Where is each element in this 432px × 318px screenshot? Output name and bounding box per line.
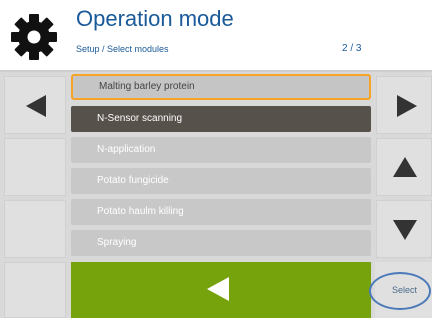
- list-item-potato-fungicide[interactable]: Potato fungicide: [71, 168, 371, 194]
- list-item-spraying[interactable]: Spraying: [71, 230, 371, 256]
- list-item-n-application[interactable]: N-application: [71, 137, 371, 163]
- arrow-right-icon: [397, 95, 417, 117]
- screen: Operation mode Setup / Select modules 2 …: [0, 0, 432, 318]
- back-arrow-icon: [207, 277, 229, 301]
- arrow-left-icon: [26, 95, 46, 117]
- arrow-down-icon: [393, 220, 417, 240]
- page-title: Operation mode: [76, 6, 234, 31]
- arrow-up-icon: [393, 157, 417, 177]
- next-page-button[interactable]: [376, 76, 432, 134]
- page-indicator: 2 / 3: [342, 43, 362, 54]
- list-item-n-sensor-scanning[interactable]: N-Sensor scanning: [71, 106, 371, 132]
- highlight-ring: [369, 272, 431, 310]
- left-blank-button-2: [4, 200, 66, 258]
- gear-icon[interactable]: [9, 12, 59, 62]
- scroll-up-button[interactable]: [376, 138, 432, 196]
- left-blank-button-1: [4, 138, 66, 196]
- back-button[interactable]: [71, 262, 371, 318]
- prev-page-button[interactable]: [4, 76, 66, 134]
- left-blank-button-3: [4, 262, 66, 318]
- list-item-potato-haulm-killing[interactable]: Potato haulm killing: [71, 199, 371, 225]
- list-item-malting-barley-protein[interactable]: Malting barley protein: [71, 74, 371, 100]
- header: Operation mode Setup / Select modules 2 …: [0, 0, 432, 72]
- scroll-down-button[interactable]: [376, 200, 432, 258]
- breadcrumb: Setup / Select modules: [76, 44, 169, 54]
